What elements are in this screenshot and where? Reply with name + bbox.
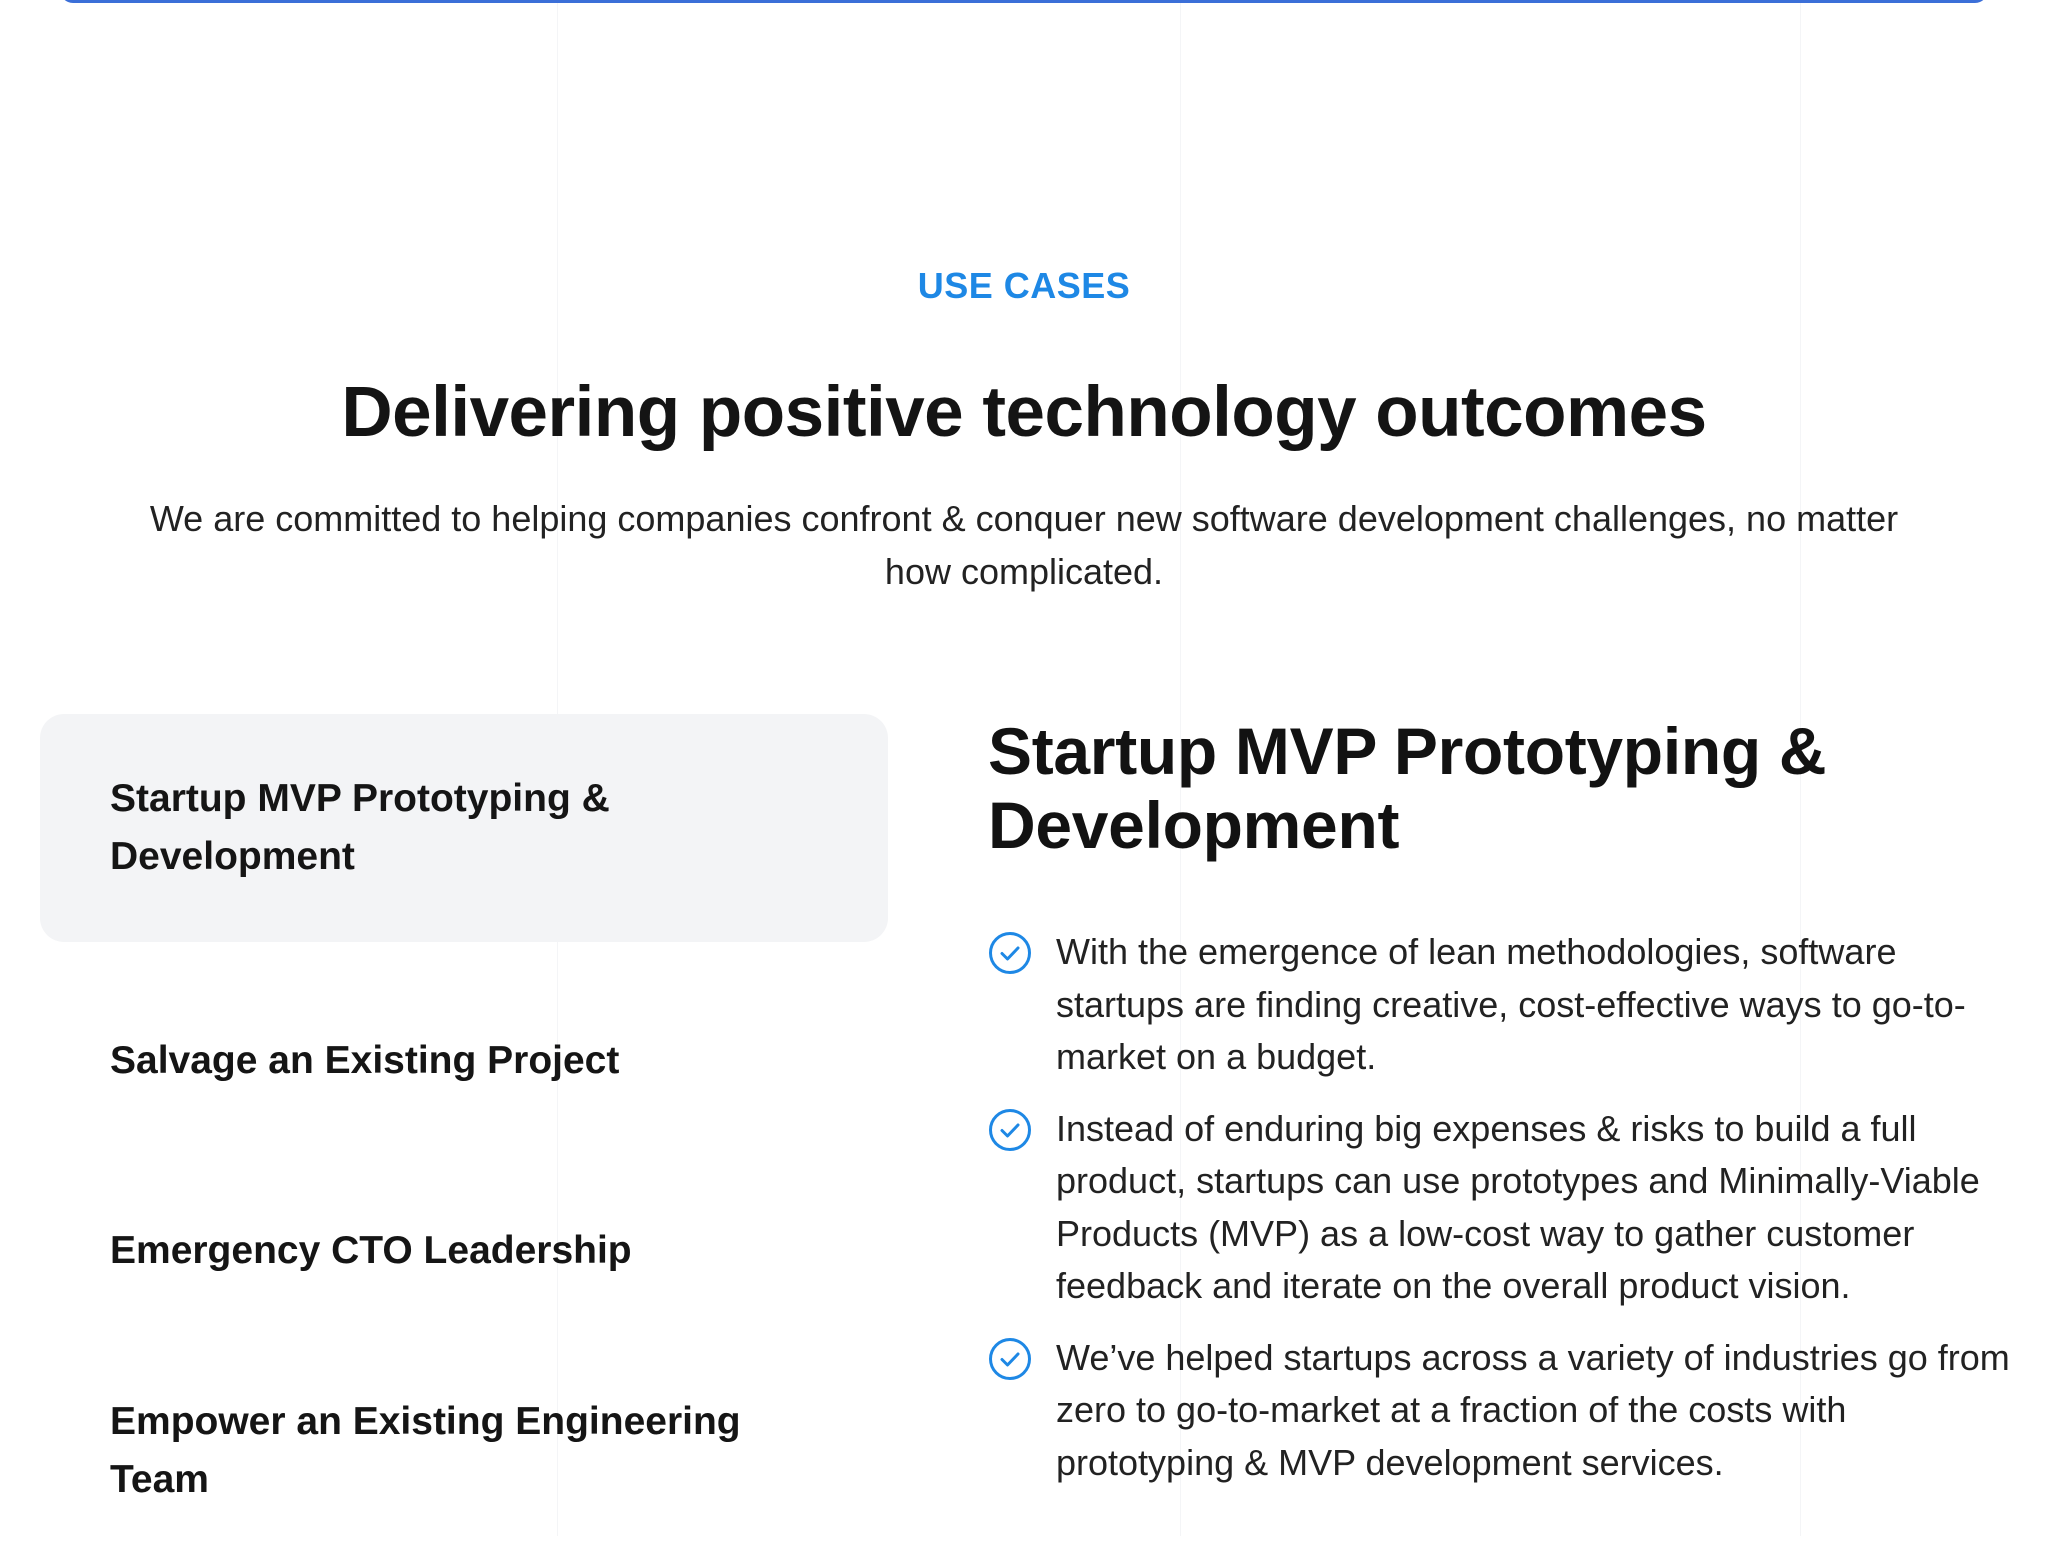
detail-point: Instead of enduring big expenses & risks… [988, 1103, 2028, 1313]
tab-empower-team[interactable]: Empower an Existing Engineering Team [40, 1336, 888, 1566]
section-intro: We are committed to helping companies co… [149, 498, 1899, 592]
detail-point: We’ve helped startups across a variety o… [988, 1332, 2028, 1490]
section-headline: Delivering positive technology outcomes [341, 373, 1707, 452]
detail-title: Startup MVP Prototyping & Development [988, 714, 1827, 862]
previous-section-border [60, 0, 1988, 3]
detail-point-list: With the emergence of lean methodologies… [988, 926, 2028, 1508]
use-case-detail-panel: Startup MVP Prototyping & Development Wi… [988, 714, 2028, 1483]
tab-startup-mvp[interactable]: Startup MVP Prototyping & Development [40, 714, 888, 942]
detail-point-text: We’ve helped startups across a variety o… [1056, 1336, 2010, 1483]
check-circle-icon [989, 1337, 1031, 1380]
tab-label: Startup MVP Prototyping & Development [110, 777, 610, 878]
tab-label: Empower an Existing Engineering Team [110, 1400, 741, 1501]
check-circle-icon [989, 1108, 1031, 1151]
detail-point: With the emergence of lean methodologies… [988, 926, 2028, 1084]
detail-point-text: Instead of enduring big expenses & risks… [1056, 1107, 1980, 1307]
tab-salvage-project[interactable]: Salvage an Existing Project [40, 981, 888, 1141]
section-eyebrow: USE CASES [917, 265, 1131, 306]
check-circle-icon [989, 932, 1031, 974]
tab-label: Emergency CTO Leadership [110, 1229, 632, 1272]
detail-point-text: With the emergence of lean methodologies… [1056, 931, 1966, 1077]
tab-label: Salvage an Existing Project [110, 1039, 620, 1082]
tab-emergency-cto[interactable]: Emergency CTO Leadership [40, 1171, 888, 1331]
